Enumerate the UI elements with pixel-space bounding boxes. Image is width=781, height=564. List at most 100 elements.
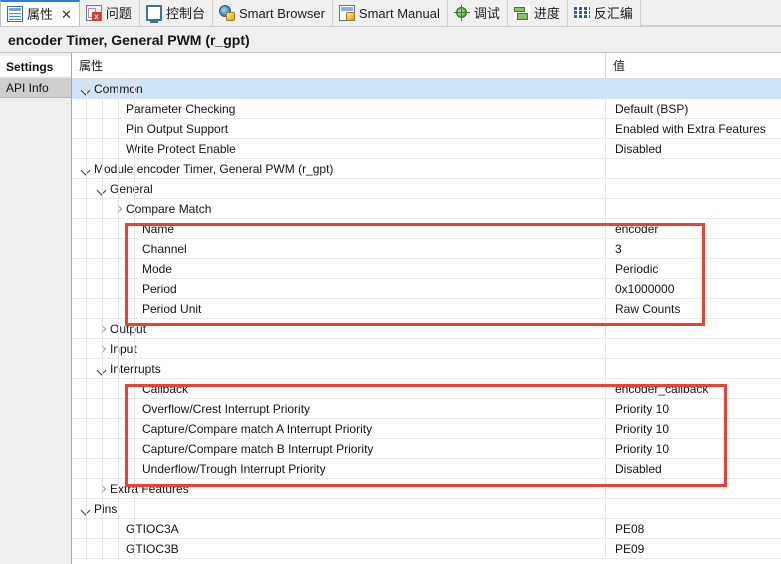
tab-进度[interactable]: 进度 bbox=[507, 0, 568, 26]
value-cell[interactable]: Default (BSP) bbox=[606, 99, 781, 118]
tab-label: 调试 bbox=[473, 5, 500, 21]
table-row[interactable]: Capture/Compare match A Interrupt Priori… bbox=[72, 419, 781, 439]
chevron-down-icon[interactable] bbox=[80, 163, 92, 175]
chevron-down-icon[interactable] bbox=[96, 183, 108, 195]
value-cell[interactable]: Enabled with Extra Features bbox=[606, 119, 781, 138]
value-text: Disabled bbox=[615, 461, 662, 476]
table-row[interactable]: Overflow/Crest Interrupt Priority Priorit… bbox=[72, 399, 781, 419]
value-cell[interactable]: Disabled bbox=[606, 459, 781, 478]
chevron-down-icon[interactable] bbox=[80, 503, 92, 515]
value-cell[interactable]: PE09 bbox=[606, 539, 781, 558]
value-cell[interactable]: Priority 10 bbox=[606, 439, 781, 458]
tab-调试[interactable]: 调试 bbox=[447, 0, 508, 26]
value-cell[interactable] bbox=[606, 179, 781, 198]
table-row[interactable]: GTIOC3B PE09 bbox=[72, 539, 781, 559]
property-cell[interactable]: GTIOC3A bbox=[72, 519, 606, 538]
value-cell[interactable]: Periodic bbox=[606, 259, 781, 278]
value-cell[interactable] bbox=[606, 479, 781, 498]
chevron-right-icon[interactable] bbox=[96, 343, 108, 355]
table-row[interactable]: Write Protect Enable Disabled bbox=[72, 139, 781, 159]
chevron-down-icon[interactable] bbox=[80, 83, 92, 95]
chevron-down-icon[interactable] bbox=[96, 363, 108, 375]
tab-Smart Browser[interactable]: Smart Browser bbox=[212, 0, 333, 26]
property-cell[interactable]: Write Protect Enable bbox=[72, 139, 606, 158]
property-cell[interactable]: Pins bbox=[72, 499, 606, 518]
property-cell[interactable]: Underflow/Trough Interrupt Priority bbox=[72, 459, 606, 478]
property-cell[interactable]: Period Unit bbox=[72, 299, 606, 318]
column-header-value[interactable]: 值 bbox=[606, 53, 781, 78]
table-row[interactable]: GTIOC3A PE08 bbox=[72, 519, 781, 539]
property-cell[interactable]: Compare Match bbox=[72, 199, 606, 218]
value-cell[interactable] bbox=[606, 79, 781, 98]
table-row[interactable]: Mode Periodic bbox=[72, 259, 781, 279]
table-row[interactable]: Parameter Checking Default (BSP) bbox=[72, 99, 781, 119]
property-cell[interactable]: Callback bbox=[72, 379, 606, 398]
value-cell[interactable] bbox=[606, 159, 781, 178]
tab-反汇编[interactable]: 反汇编 bbox=[567, 0, 641, 26]
property-cell[interactable]: Parameter Checking bbox=[72, 99, 606, 118]
table-row[interactable]: Module encoder Timer, General PWM (r_gpt… bbox=[72, 159, 781, 179]
property-label: Period bbox=[142, 281, 177, 296]
table-row[interactable]: Output bbox=[72, 319, 781, 339]
close-icon[interactable]: ✕ bbox=[61, 8, 72, 21]
property-cell[interactable]: Mode bbox=[72, 259, 606, 278]
tab-控制台[interactable]: 控制台 bbox=[139, 0, 213, 26]
value-cell[interactable]: PE08 bbox=[606, 519, 781, 538]
table-row[interactable]: Pin Output Support Enabled with Extra Fea… bbox=[72, 119, 781, 139]
chevron-right-icon[interactable] bbox=[96, 483, 108, 495]
property-cell[interactable]: Capture/Compare match B Interrupt Priori… bbox=[72, 439, 606, 458]
tab-Smart Manual[interactable]: Smart Manual bbox=[332, 0, 448, 26]
table-row[interactable]: Period Unit Raw Counts bbox=[72, 299, 781, 319]
tab-属性[interactable]: 属性 ✕ bbox=[0, 0, 80, 26]
table-row[interactable]: General bbox=[72, 179, 781, 199]
property-label: Capture/Compare match A Interrupt Priori… bbox=[142, 421, 373, 436]
value-cell[interactable] bbox=[606, 499, 781, 518]
twisty-placeholder bbox=[112, 123, 124, 135]
value-cell[interactable]: Priority 10 bbox=[606, 399, 781, 418]
table-row[interactable]: Pins bbox=[72, 499, 781, 519]
property-cell[interactable]: Overflow/Crest Interrupt Priority bbox=[72, 399, 606, 418]
table-row[interactable]: Callback encoder_callback bbox=[72, 379, 781, 399]
sidebar-item-settings[interactable]: Settings bbox=[0, 56, 71, 77]
table-row[interactable]: Input bbox=[72, 339, 781, 359]
value-cell[interactable] bbox=[606, 199, 781, 218]
property-cell[interactable]: GTIOC3B bbox=[72, 539, 606, 558]
property-cell[interactable]: Pin Output Support bbox=[72, 119, 606, 138]
property-cell[interactable]: General bbox=[72, 179, 606, 198]
value-cell[interactable]: Raw Counts bbox=[606, 299, 781, 318]
property-cell[interactable]: Name bbox=[72, 219, 606, 238]
property-cell[interactable]: Output bbox=[72, 319, 606, 338]
table-row[interactable]: Period 0x1000000 bbox=[72, 279, 781, 299]
property-cell[interactable]: Common bbox=[72, 79, 606, 98]
property-cell[interactable]: Module encoder Timer, General PWM (r_gpt… bbox=[72, 159, 606, 178]
table-row[interactable]: Common bbox=[72, 79, 781, 99]
tab-问题[interactable]: 问题 bbox=[79, 0, 140, 26]
column-header-property[interactable]: 属性 bbox=[72, 53, 606, 78]
view-tab-bar: 属性 ✕ 问题 控制台 Smart Browser Smart Manual 调试 进度 反汇编 bbox=[0, 0, 781, 27]
value-cell[interactable]: encoder_callback bbox=[606, 379, 781, 398]
property-cell[interactable]: Interrupts bbox=[72, 359, 606, 378]
value-cell[interactable]: 3 bbox=[606, 239, 781, 258]
table-row[interactable]: Compare Match bbox=[72, 199, 781, 219]
table-row[interactable]: Channel 3 bbox=[72, 239, 781, 259]
value-cell[interactable]: 0x1000000 bbox=[606, 279, 781, 298]
chevron-right-icon[interactable] bbox=[96, 323, 108, 335]
chevron-right-icon[interactable] bbox=[112, 203, 124, 215]
property-cell[interactable]: Input bbox=[72, 339, 606, 358]
value-cell[interactable]: Disabled bbox=[606, 139, 781, 158]
property-cell[interactable]: Capture/Compare match A Interrupt Priori… bbox=[72, 419, 606, 438]
value-cell[interactable]: encoder bbox=[606, 219, 781, 238]
property-cell[interactable]: Extra Features bbox=[72, 479, 606, 498]
value-cell[interactable]: Priority 10 bbox=[606, 419, 781, 438]
value-cell[interactable] bbox=[606, 319, 781, 338]
value-cell[interactable] bbox=[606, 339, 781, 358]
table-row[interactable]: Underflow/Trough Interrupt Priority Disab… bbox=[72, 459, 781, 479]
table-row[interactable]: Name encoder bbox=[72, 219, 781, 239]
sidebar-item-api-info[interactable]: API Info bbox=[0, 77, 71, 98]
value-cell[interactable] bbox=[606, 359, 781, 378]
property-cell[interactable]: Period bbox=[72, 279, 606, 298]
property-cell[interactable]: Channel bbox=[72, 239, 606, 258]
table-row[interactable]: Extra Features bbox=[72, 479, 781, 499]
table-row[interactable]: Capture/Compare match B Interrupt Priori… bbox=[72, 439, 781, 459]
table-row[interactable]: Interrupts bbox=[72, 359, 781, 379]
